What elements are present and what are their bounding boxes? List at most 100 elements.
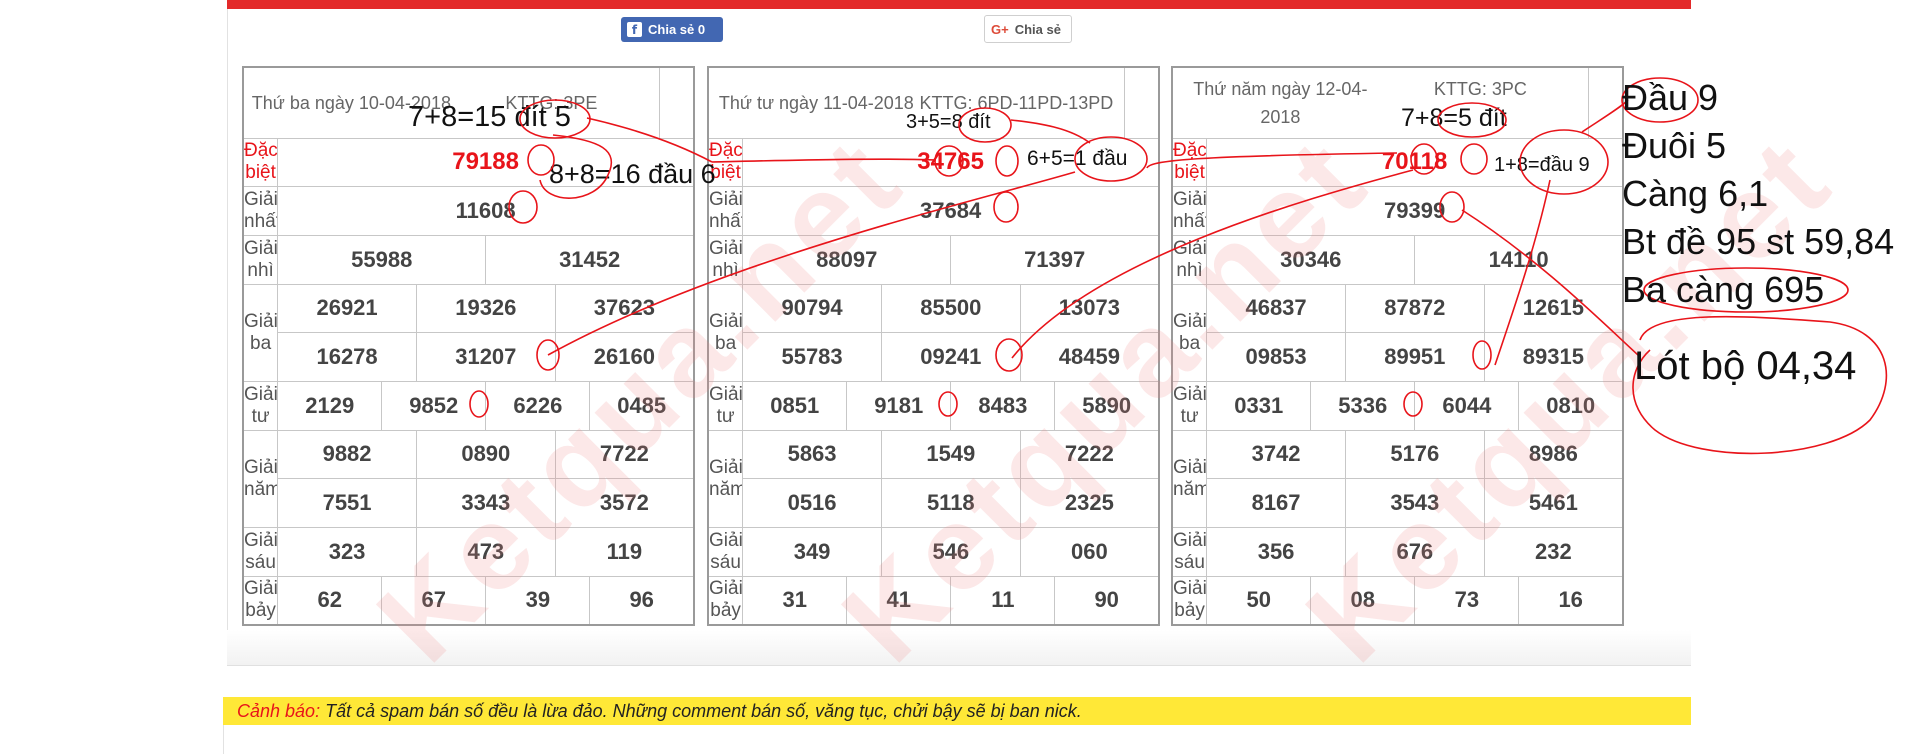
prize-fifth: 9882: [277, 429, 417, 480]
prize-fourth: 9852: [381, 380, 487, 431]
prize-third: 13073: [1019, 283, 1160, 334]
note-line: Bt đề 95 st 59,84: [1622, 221, 1895, 262]
prize-fourth: 6226: [485, 380, 591, 431]
label-seventh: Giải bảy: [242, 575, 279, 626]
annotation-text: 6+5=1 đầu: [1027, 147, 1128, 170]
facebook-icon: f: [627, 22, 642, 37]
prize-sixth: 676: [1344, 527, 1485, 577]
prize-fourth: 9181: [846, 380, 952, 431]
prize-third: 16278: [277, 332, 417, 382]
prize-fourth: 0331: [1206, 380, 1312, 431]
prize-first: 79399: [1206, 186, 1624, 236]
prize-fifth: 7551: [277, 478, 417, 529]
prize-sixth: 349: [742, 527, 882, 577]
prize-fifth: 5461: [1483, 478, 1624, 529]
facebook-share-count: 0: [697, 22, 706, 37]
prize-seventh: 08: [1310, 575, 1416, 626]
label-seventh: Giải bảy: [707, 575, 744, 626]
annotation-text: 7+8=5 đít: [1401, 104, 1507, 132]
result-table-3: Thứ năm ngày 12-04-2018 KTTG: 3PC Đặc biệ…: [1171, 66, 1624, 626]
label-sixth: Giải sáu: [1171, 527, 1208, 577]
prize-third: 46837: [1206, 283, 1346, 334]
prize-fourth: 0810: [1518, 380, 1624, 431]
prize-fourth: 0851: [742, 380, 848, 431]
prize-fifth: 0516: [742, 478, 882, 529]
prize-second: 88097: [742, 234, 952, 285]
prize-seventh: 67: [381, 575, 487, 626]
prize-fifth: 7722: [554, 429, 695, 480]
prize-sixth: 323: [277, 527, 417, 577]
prize-fourth: 0485: [589, 380, 695, 431]
label-fourth: Giải tư: [242, 380, 279, 431]
handwritten-notes: Đầu 9 Đuôi 5 Càng 6,1 Bt đề 95 st 59,84 …: [1622, 74, 1894, 390]
label-third: Giải ba: [1171, 283, 1208, 382]
prize-fifth: 8167: [1206, 478, 1346, 529]
prize-fifth: 3572: [554, 478, 695, 529]
prize-seventh: 16: [1518, 575, 1624, 626]
label-second: Giải nhì: [1171, 234, 1208, 285]
prize-seventh: 62: [277, 575, 383, 626]
prize-sixth: 060: [1019, 527, 1160, 577]
prize-fourth: 8483: [950, 380, 1056, 431]
prize-third: 87872: [1344, 283, 1485, 334]
prize-fifth: 3543: [1344, 478, 1485, 529]
prize-seventh: 31: [742, 575, 848, 626]
prize-third: 89315: [1483, 332, 1624, 382]
facebook-share-button[interactable]: f Chia sẻ 0: [621, 17, 723, 42]
label-fifth: Giải năm: [707, 429, 744, 529]
google-share-button[interactable]: G+ Chia sẻ: [984, 15, 1072, 43]
prize-fifth: 3742: [1206, 429, 1346, 480]
prize-fifth: 1549: [880, 429, 1021, 480]
warning-banner: Cảnh báo: Tất cả spam bán số đều là lừa …: [223, 697, 1691, 725]
note-line: Ba càng 695: [1622, 269, 1825, 310]
prize-sixth: 356: [1206, 527, 1346, 577]
label-fifth: Giải năm: [242, 429, 279, 529]
prize-fifth: 5176: [1344, 429, 1485, 480]
top-accent-bar: [227, 0, 1691, 9]
label-special: Đặc biệt: [242, 137, 279, 188]
prize-third: 31207: [415, 332, 556, 382]
prize-seventh: 96: [589, 575, 695, 626]
label-first: Giải nhất: [1171, 186, 1208, 236]
annotation-text: 8+8=16 đầu 6: [549, 159, 716, 189]
prize-first: 37684: [742, 186, 1160, 236]
prize-fourth: 6044: [1414, 380, 1520, 431]
prize-third: 19326: [415, 283, 556, 334]
prize-sixth: 473: [415, 527, 556, 577]
note-line: Lót bộ 04,34: [1634, 344, 1857, 388]
prize-seventh: 11: [950, 575, 1056, 626]
prize-fifth: 8986: [1483, 429, 1624, 480]
label-third: Giải ba: [242, 283, 279, 382]
prize-fifth: 0890: [415, 429, 556, 480]
note-line: Đuôi 5: [1622, 125, 1727, 166]
prize-sixth: 119: [554, 527, 695, 577]
prize-third: 26160: [554, 332, 695, 382]
prize-third: 26921: [277, 283, 417, 334]
prize-seventh: 73: [1414, 575, 1520, 626]
prize-third: 37623: [554, 283, 695, 334]
note-line: Càng 6,1: [1622, 173, 1769, 214]
prize-second: 30346: [1206, 234, 1416, 285]
annotation-text: 1+8=đầu 9: [1494, 154, 1590, 176]
prize-fourth: 5890: [1054, 380, 1160, 431]
prize-third: 90794: [742, 283, 882, 334]
prize-third: 48459: [1019, 332, 1160, 382]
prize-second: 31452: [485, 234, 695, 285]
prize-third: 09241: [880, 332, 1021, 382]
prize-seventh: 50: [1206, 575, 1312, 626]
prize-fifth: 7222: [1019, 429, 1160, 480]
label-first: Giải nhất: [242, 186, 279, 236]
note-line: Đầu 9: [1622, 77, 1719, 118]
annotation-text: 3+5=8 đít: [906, 111, 991, 133]
google-share-label: Chia sẻ: [1014, 21, 1061, 37]
label-sixth: Giải sáu: [242, 527, 279, 577]
prize-second: 55988: [277, 234, 487, 285]
prize-fifth: 5118: [880, 478, 1021, 529]
result-kttg: KTTG: 3PC: [1433, 78, 1527, 99]
label-fifth: Giải năm: [1171, 429, 1208, 529]
prize-fifth: 5863: [742, 429, 882, 480]
annotation-text: 7+8=15 đít 5: [408, 101, 571, 133]
label-second: Giải nhì: [707, 234, 744, 285]
prize-fifth: 3343: [415, 478, 556, 529]
google-plus-icon: G+: [991, 21, 1009, 37]
